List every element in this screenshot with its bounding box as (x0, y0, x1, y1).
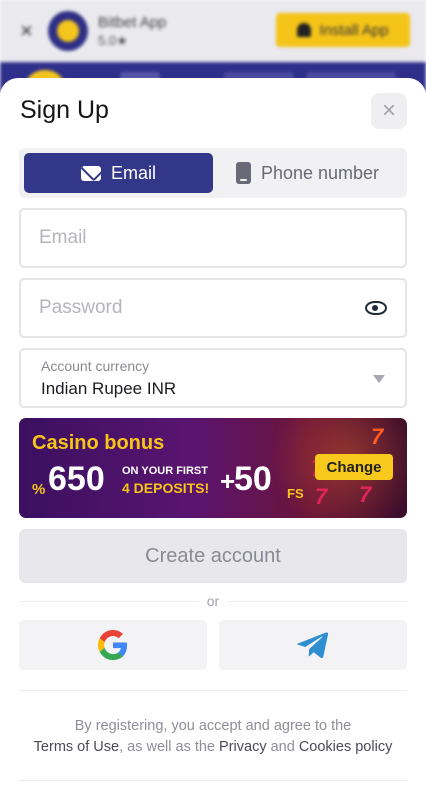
close-icon: × (381, 97, 396, 124)
password-field[interactable] (39, 297, 365, 319)
promo-free-spins-value: 50 (234, 460, 272, 498)
slot-seven-icon: 7 (315, 484, 328, 509)
legal-and: and (266, 739, 299, 755)
currency-select[interactable]: Account currency Indian Rupee INR (19, 348, 407, 408)
currency-value: Indian Rupee INR (41, 378, 177, 398)
slot-seven-icon: 7 (359, 482, 372, 507)
currency-label: Account currency (41, 357, 150, 374)
tab-email[interactable]: Email (24, 153, 213, 193)
phone-icon (235, 162, 251, 184)
tab-phone-label: Phone number (260, 162, 380, 183)
create-account-button[interactable]: Create account (19, 529, 407, 583)
eye-icon[interactable] (365, 301, 387, 315)
banner-rating: 5.0★ (98, 32, 128, 48)
legal-sep-1: , as well as the (119, 739, 220, 755)
promo-percent-value: 650 (48, 460, 105, 498)
install-app-label: Install App (319, 21, 389, 39)
install-app-button[interactable]: Install App (276, 13, 410, 47)
terms-of-use-link[interactable]: Terms of Use (34, 739, 119, 755)
banner-close-icon[interactable]: × (20, 20, 36, 42)
tab-phone-number[interactable]: Phone number (213, 153, 402, 193)
close-button[interactable]: × (371, 93, 407, 129)
email-field-wrapper (19, 208, 407, 268)
chevron-down-icon (373, 375, 385, 383)
divider (19, 690, 407, 691)
password-field-wrapper (19, 278, 407, 338)
telegram-signup-button[interactable] (219, 620, 407, 670)
email-field[interactable] (39, 227, 387, 249)
banner-app-name: Bitbet App (98, 13, 167, 31)
slot-seven-icon: 7 (371, 424, 384, 449)
legal-line-1: By registering, you accept and agree to … (74, 718, 352, 734)
privacy-link[interactable]: Privacy (219, 739, 267, 755)
sign-up-sheet: Sign Up × Email Phone number Account cur… (0, 78, 426, 800)
promo-plus: + (220, 466, 236, 496)
promo-line-2: 4 DEPOSITS! (122, 480, 210, 496)
divider (19, 780, 407, 781)
or-separator: or (19, 593, 407, 609)
tab-email-label: Email (110, 162, 156, 183)
android-icon (297, 23, 312, 37)
signup-method-tabs: Email Phone number (19, 148, 407, 198)
or-label: or (206, 593, 220, 609)
promo-line-1: ON YOUR FIRST (122, 465, 208, 477)
mail-icon (80, 165, 101, 181)
promo-title: Casino bonus (32, 432, 165, 454)
google-icon (98, 630, 128, 660)
promo-percent-sign: % (32, 481, 46, 498)
promo-free-spins-suffix: FS (287, 486, 304, 501)
casino-bonus-banner[interactable]: 7 7 7 7 Casino bonus % 650 ON YOUR FIRST… (19, 418, 407, 518)
legal-notice: By registering, you accept and agree to … (19, 716, 407, 758)
app-install-banner: × Bitbet App 5.0★ Install App (0, 0, 426, 62)
app-logo (48, 11, 88, 51)
telegram-icon (297, 632, 329, 659)
page-title: Sign Up (20, 96, 109, 124)
change-bonus-button[interactable]: Change (315, 454, 393, 480)
google-signup-button[interactable] (19, 620, 207, 670)
cookies-policy-link[interactable]: Cookies policy (299, 739, 393, 755)
